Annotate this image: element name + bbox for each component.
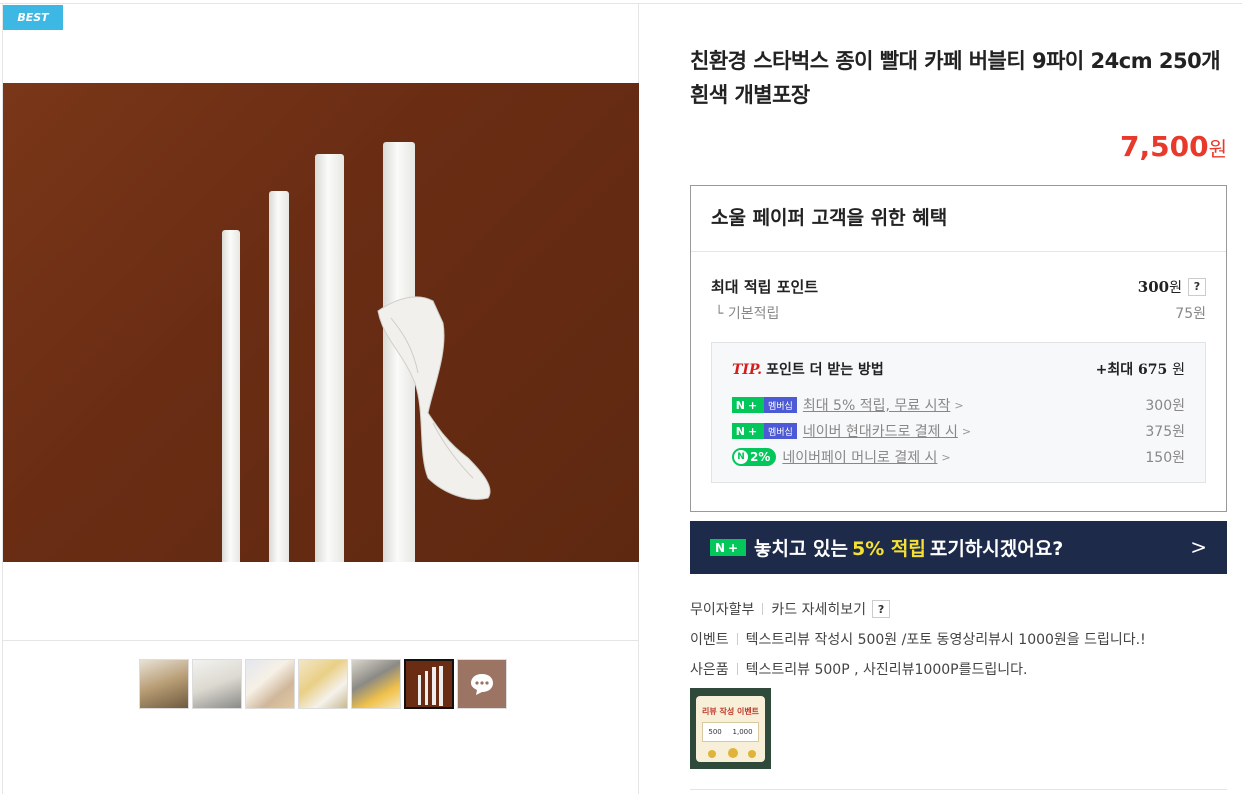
thumbs-divider xyxy=(3,640,639,641)
thumbnail-list xyxy=(139,659,507,709)
tip-row-text[interactable]: 최대 5% 적립, 무료 시작 xyxy=(803,395,951,415)
tip-row-value: 375원 xyxy=(1145,424,1185,440)
base-points-value: 75원 xyxy=(1175,306,1206,322)
product-price: 7,500원 xyxy=(1120,130,1227,163)
naver-plus-badge: N+ 멤버십 xyxy=(732,397,797,413)
npay-coin-icon: N xyxy=(734,450,748,464)
best-badge: BEST xyxy=(3,5,63,30)
tip-row-value: 300원 xyxy=(1145,398,1185,414)
banner-text-2: 포기하시겠어요? xyxy=(929,538,1064,560)
info-installment: 무이자할부 카드 자세히보기 ? xyxy=(690,594,1227,624)
chevron-right-icon: > xyxy=(961,424,972,438)
tip-total: +최대 675 원 xyxy=(1096,359,1185,379)
thumbnail-6-active[interactable] xyxy=(404,659,454,709)
product-title: 친환경 스타벅스 종이 빨대 카페 버블티 9파이 24cm 250개 흰색 개… xyxy=(690,49,1221,107)
membership-banner[interactable]: N+ 놓치고 있는 5% 적립 포기하시겠어요? > xyxy=(690,521,1227,574)
more-icon xyxy=(471,674,493,695)
info-text: 텍스트리뷰 500P , 사진리뷰1000P를드립니다. xyxy=(745,662,1028,678)
bottom-divider xyxy=(690,789,1227,790)
tip-box: TIP. 포인트 더 받는 방법 +최대 675 원 N+ 멤버십 최대 5% 적립… xyxy=(711,342,1206,483)
info-text: 텍스트리뷰 작성시 500원 /포토 동영상리뷰시 1000원을 드립니다.! xyxy=(745,632,1146,648)
info-label: 사은품 xyxy=(690,662,729,678)
max-points-number: 300 xyxy=(1137,277,1170,296)
straw-2 xyxy=(269,191,289,562)
tip-row-value: 150원 xyxy=(1145,450,1185,466)
tip-row-text[interactable]: 네이버 현대카드로 결제 시 xyxy=(803,421,958,441)
event-value-1: 500 xyxy=(708,728,722,736)
naver-plus-badge: N+ 멤버십 xyxy=(732,423,797,439)
benefit-box: 소울 페이퍼 고객을 위한 혜택 최대 적립 포인트 300원 ? └ 기본적립… xyxy=(690,185,1227,512)
npay-2pct-badge: N 2% xyxy=(732,448,777,466)
separator xyxy=(762,603,764,615)
npay-pct: 2% xyxy=(750,450,771,464)
thumbnail-2[interactable] xyxy=(192,659,242,709)
max-points-label: 최대 적립 포인트 xyxy=(711,278,819,296)
separator xyxy=(736,633,738,645)
card-detail-link[interactable]: 카드 자세히보기 xyxy=(771,599,866,619)
price-currency: 원 xyxy=(1208,137,1227,161)
chevron-right-icon: > xyxy=(941,450,951,464)
base-points-label: └ 기본적립 xyxy=(715,306,780,322)
tip-row-npay-money[interactable]: N 2% 네이버페이 머니로 결제 시 > 150원 xyxy=(732,447,1185,467)
straw-3 xyxy=(315,154,344,562)
chevron-right-icon: > xyxy=(1190,535,1207,559)
main-product-image[interactable] xyxy=(3,83,639,562)
event-value-2: 1,000 xyxy=(732,728,753,736)
separator xyxy=(736,663,738,675)
info-list: 무이자할부 카드 자세히보기 ? 이벤트 텍스트리뷰 작성시 500원 /포토 … xyxy=(690,594,1227,684)
tip-total-unit: 원 xyxy=(1172,362,1185,378)
thumbnail-3[interactable] xyxy=(245,659,295,709)
tip-total-prefix: +최대 xyxy=(1095,362,1134,378)
tip-row-hyundai-card[interactable]: N+ 멤버십 네이버 현대카드로 결제 시 > 375원 xyxy=(732,421,1185,441)
naver-plus-mark: N+ xyxy=(732,397,764,413)
thumbnail-1[interactable] xyxy=(139,659,189,709)
straw-1 xyxy=(222,230,240,562)
tip-tag: TIP. xyxy=(732,362,763,378)
wrapper-paper xyxy=(377,296,491,500)
benefit-title: 소울 페이퍼 고객을 위한 혜택 xyxy=(691,186,1226,252)
tip-label: 포인트 더 받는 방법 xyxy=(766,362,884,378)
max-points-value: 300원 ? xyxy=(1138,277,1206,297)
chevron-right-icon: > xyxy=(954,398,964,412)
max-points-unit: 원 xyxy=(1169,279,1182,296)
info-label: 이벤트 xyxy=(690,632,729,648)
review-event-image[interactable]: 리뷰 작성 이벤트 500 1,000 xyxy=(690,688,771,769)
tip-row-membership[interactable]: N+ 멤버십 최대 5% 적립, 무료 시작 > 300원 xyxy=(732,395,1185,415)
card-help-icon[interactable]: ? xyxy=(872,600,891,618)
thumbnail-4[interactable] xyxy=(298,659,348,709)
tip-row-text[interactable]: 네이버페이 머니로 결제 시 xyxy=(782,447,937,467)
points-help-icon[interactable]: ? xyxy=(1188,277,1206,296)
tip-total-value: 675 xyxy=(1138,362,1168,378)
info-label: 무이자할부 xyxy=(690,602,755,618)
naver-plus-mark: N+ xyxy=(732,423,764,439)
banner-highlight: 5% 적립 xyxy=(852,538,926,560)
product-gallery: BEST xyxy=(2,4,639,794)
price-value: 7,500 xyxy=(1120,130,1209,163)
membership-label: 멤버십 xyxy=(764,397,797,413)
product-page: BEST 친환경 스타벅스 종이 빨대 카페 버블티 9파이 24cm 250개… xyxy=(0,0,1242,794)
thumbnail-more[interactable] xyxy=(457,659,507,709)
max-points-row: 최대 적립 포인트 300원 ? xyxy=(711,276,1206,297)
membership-label: 멤버십 xyxy=(764,423,797,439)
base-points-row: └ 기본적립 75원 xyxy=(715,303,1206,323)
thumbnail-5[interactable] xyxy=(351,659,401,709)
info-gift: 사은품 텍스트리뷰 500P , 사진리뷰1000P를드립니다. xyxy=(690,654,1227,684)
event-title: 리뷰 작성 이벤트 xyxy=(701,707,760,716)
info-event: 이벤트 텍스트리뷰 작성시 500원 /포토 동영상리뷰시 1000원을 드립니… xyxy=(690,624,1227,654)
banner-text-1: 놓치고 있는 xyxy=(754,538,849,560)
tip-header: TIP. 포인트 더 받는 방법 +최대 675 원 xyxy=(732,359,1185,379)
naver-plus-badge: N+ xyxy=(710,539,746,556)
